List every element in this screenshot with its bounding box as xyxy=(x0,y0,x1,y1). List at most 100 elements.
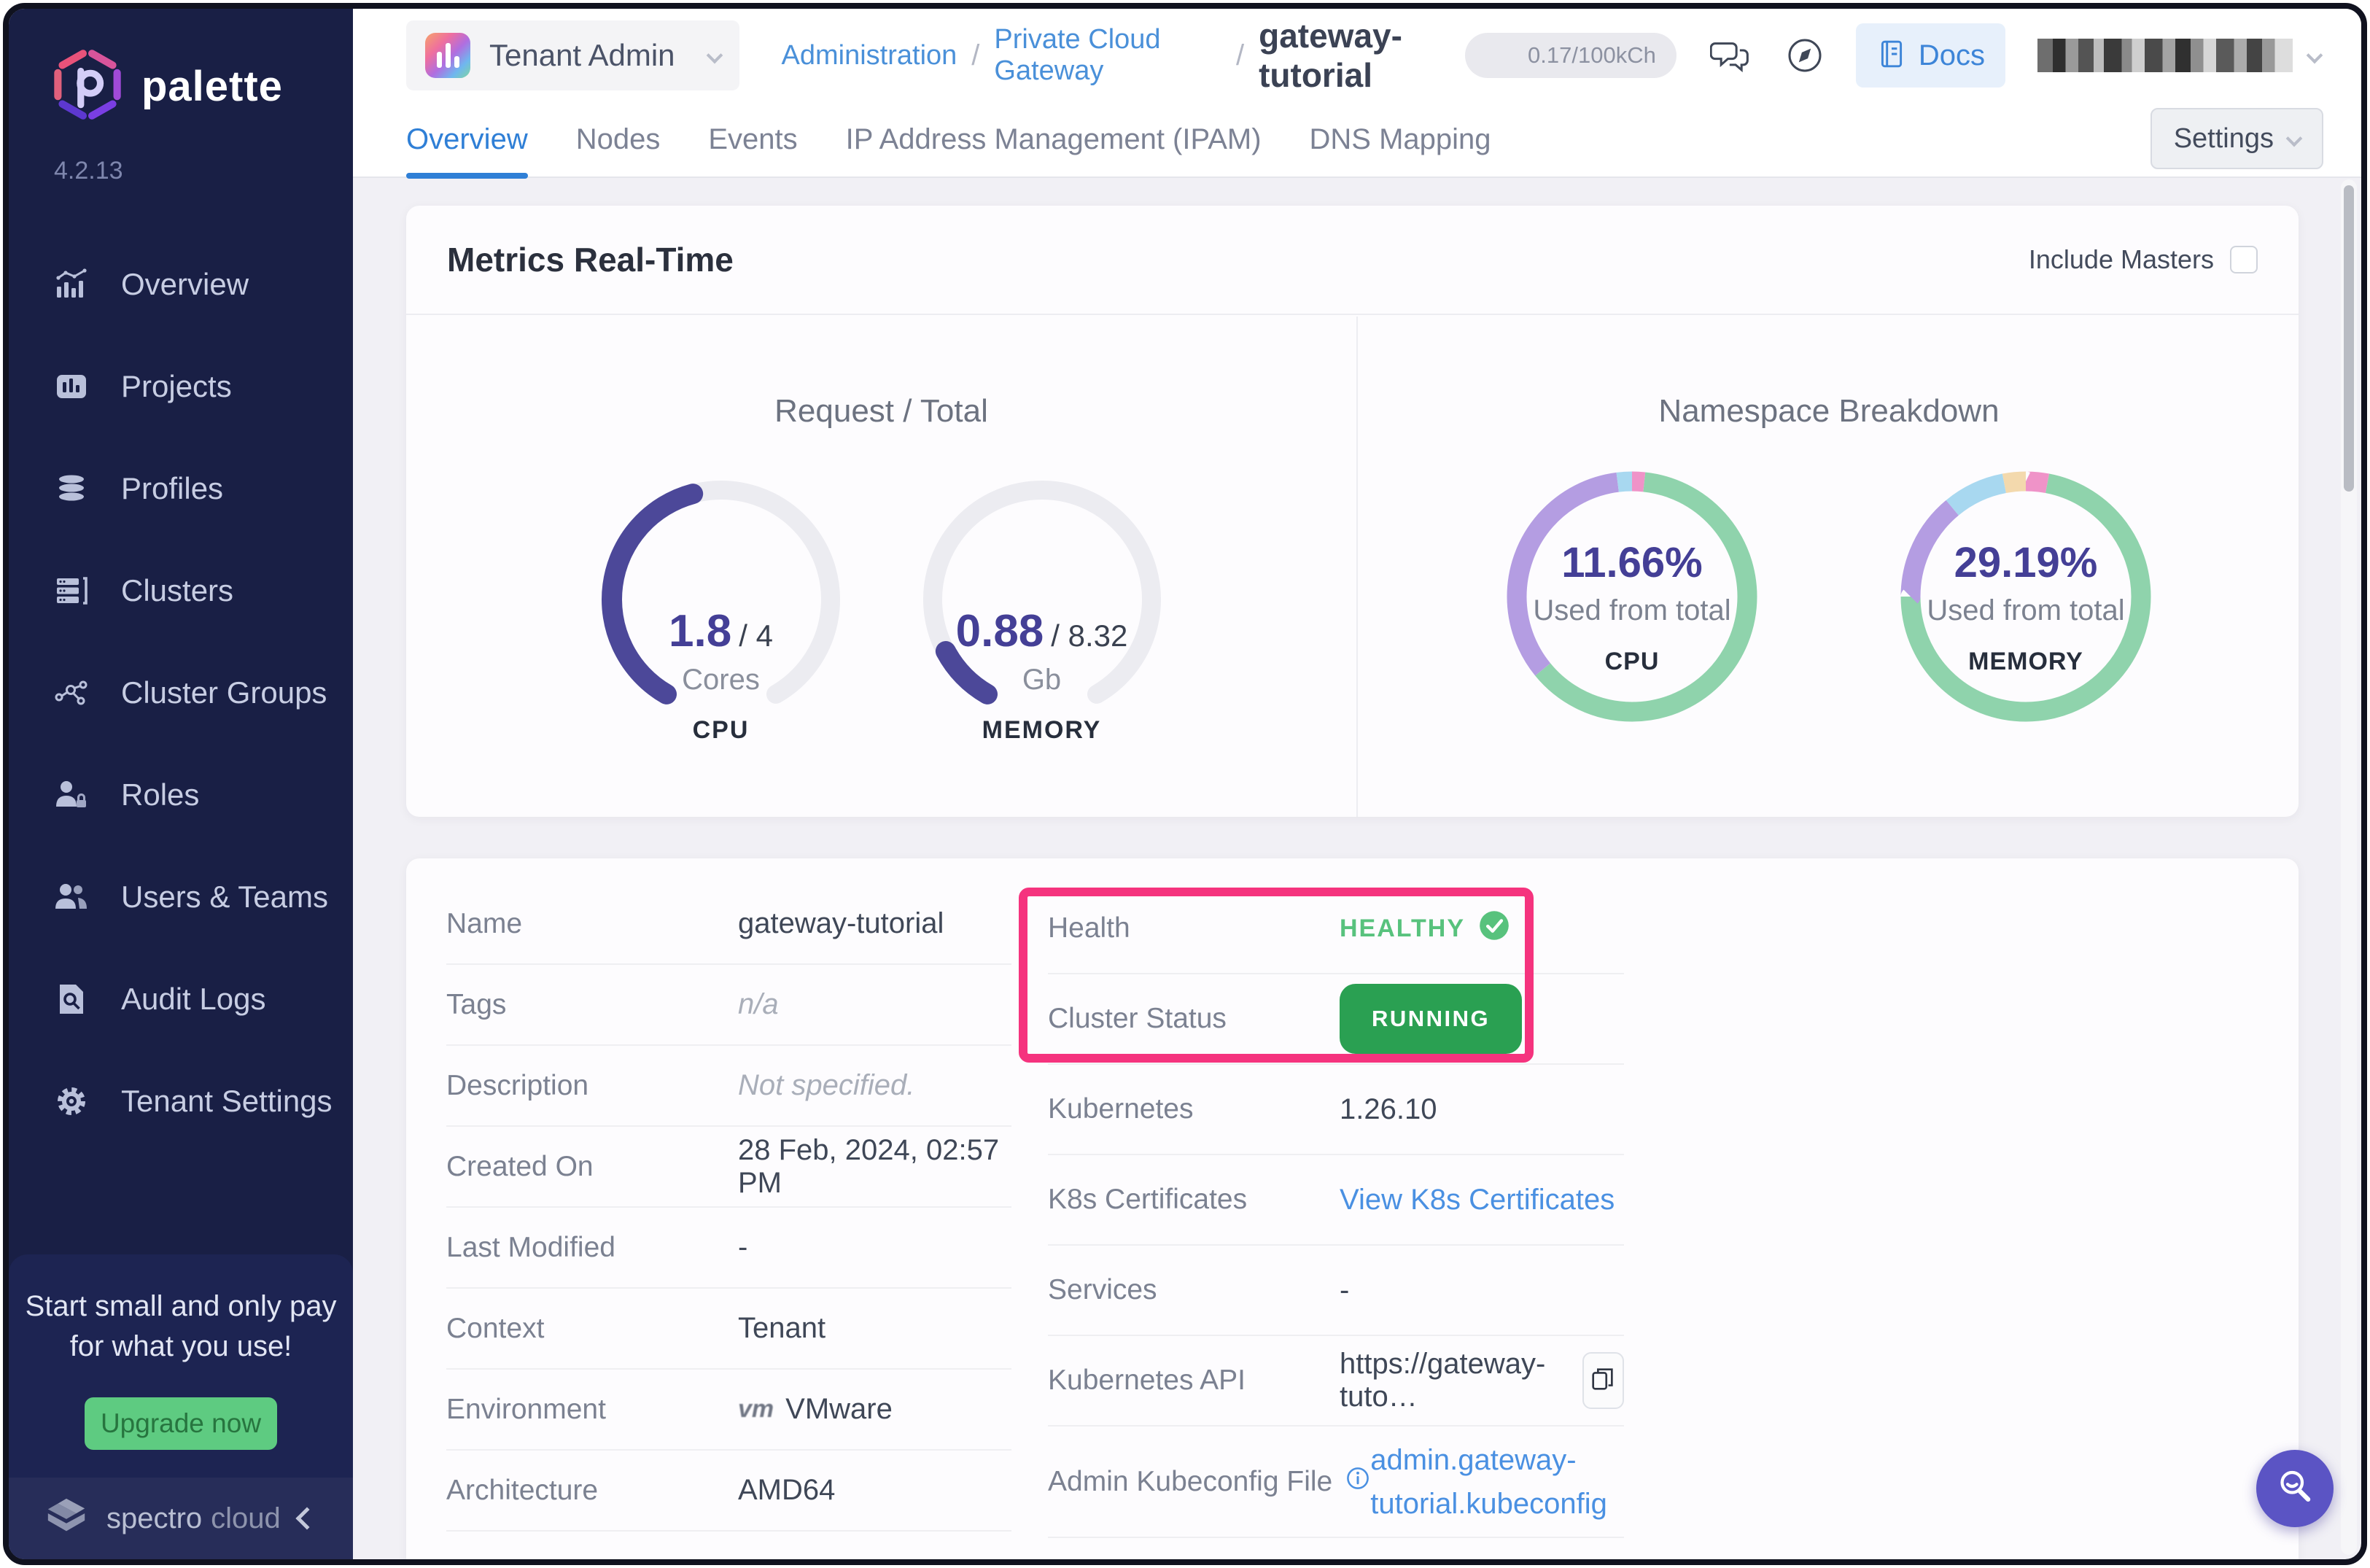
detail-value: https://gateway-tuto… xyxy=(1340,1348,1546,1413)
request-total-panel: Request / Total 1.8/ 4 Cores CPU 0.88/ 8… xyxy=(406,317,1358,817)
sidebar-item-cluster-groups[interactable]: Cluster Groups xyxy=(9,642,353,744)
sidebar-item-label: Clusters xyxy=(121,573,234,608)
donut-memory: 29.19% Used from total MEMORY xyxy=(1898,469,2153,724)
sidebar-item-overview[interactable]: Overview xyxy=(9,233,353,335)
docs-button[interactable]: Docs xyxy=(1855,23,2005,88)
gauge-name: MEMORY xyxy=(982,716,1102,744)
collapse-sidebar-icon[interactable] xyxy=(295,1507,319,1530)
settings-label: Settings xyxy=(2173,123,2274,154)
sidebar-item-roles[interactable]: Roles xyxy=(9,744,353,846)
check-circle-icon xyxy=(1478,909,1510,948)
sidebar-item-profiles[interactable]: Profiles xyxy=(9,438,353,540)
details-card: Name gateway-tutorial Tags n/a Descripti… xyxy=(406,858,2299,1559)
promo-text: Start small and only pay for what you us… xyxy=(25,1289,337,1362)
tab-nodes[interactable]: Nodes xyxy=(576,101,661,177)
detail-link[interactable]: View K8s Certificates xyxy=(1340,1178,1615,1222)
chevron-down-icon xyxy=(706,47,723,64)
projects-icon xyxy=(54,369,101,404)
include-masters-label: Include Masters xyxy=(2028,244,2214,274)
detail-row-admin-kubeconfig-file: Admin Kubeconfig File admin.gateway-tuto… xyxy=(1048,1427,1624,1538)
include-masters-checkbox[interactable] xyxy=(2230,246,2258,273)
sidebar-footer: spectro cloud xyxy=(9,1478,353,1559)
detail-value: Tenant xyxy=(738,1312,826,1344)
donut-cpu: 11.66% Used from total CPU xyxy=(1504,469,1760,724)
sidebar-item-clusters[interactable]: Clusters xyxy=(9,540,353,642)
detail-label: Tags xyxy=(446,988,507,1020)
copy-button[interactable] xyxy=(1582,1352,1624,1409)
topbar: Tenant Admin Administration / Private Clo… xyxy=(353,9,2361,102)
detail-value: n/a xyxy=(738,988,779,1020)
detail-row-agent-version: Agent Version 1.0.5/… xyxy=(1048,1538,1624,1559)
search-fab-button[interactable] xyxy=(2256,1450,2334,1527)
namespace-breakdown-title: Namespace Breakdown xyxy=(1658,393,2000,429)
audit-logs-icon xyxy=(54,982,101,1017)
gauge-memory: 0.88/ 8.32 Gb MEMORY xyxy=(911,468,1173,760)
upgrade-now-button[interactable]: Upgrade now xyxy=(85,1397,277,1450)
sidebar-item-label: Audit Logs xyxy=(121,982,266,1016)
status-badge: RUNNING xyxy=(1340,984,1523,1054)
chat-icon[interactable] xyxy=(1709,35,1751,76)
breadcrumb-link-administration[interactable]: Administration xyxy=(782,40,957,71)
sidebar-item-label: Roles xyxy=(121,777,200,812)
app-name: palette xyxy=(141,63,283,110)
sidebar-item-tenant-settings[interactable]: Tenant Settings xyxy=(9,1050,353,1152)
user-menu-chevron-icon[interactable] xyxy=(2306,47,2323,64)
detail-value: gateway-tutorial xyxy=(738,907,944,939)
clusters-icon xyxy=(54,573,101,608)
detail-label: Health xyxy=(1048,912,1130,944)
book-icon xyxy=(1876,39,1907,73)
gauges: 1.8/ 4 Cores CPU 0.88/ 8.32 Gb MEMORY xyxy=(406,468,1356,760)
tab-ip-address-management-ipam[interactable]: IP Address Management (IPAM) xyxy=(846,101,1262,177)
sidebar-nav: Overview Projects Profiles Clusters Clus… xyxy=(9,233,353,1152)
donut-name: CPU xyxy=(1604,648,1660,675)
vmware-icon: vm xyxy=(738,1395,774,1423)
users-teams-icon xyxy=(54,880,101,915)
tabs: Overview Nodes Events IP Address Management… xyxy=(406,101,1491,179)
detail-value: 1.26.10 xyxy=(1340,1092,1437,1125)
sidebar: palette 4.2.13 Overview Projects Profile… xyxy=(9,9,353,1559)
sidebar-item-label: Overview xyxy=(121,267,249,301)
brand-spectro: spectro xyxy=(106,1502,203,1534)
breadcrumb-current: gateway-tutorial xyxy=(1259,17,1402,94)
scrollbar-thumb[interactable] xyxy=(2344,185,2354,492)
sidebar-item-label: Users & Teams xyxy=(121,880,328,914)
detail-row-kubernetes: Kubernetes 1.26.10 xyxy=(1048,1065,1624,1155)
scope-selector[interactable]: Tenant Admin xyxy=(406,20,739,90)
sidebar-item-label: Projects xyxy=(121,369,232,403)
settings-button[interactable]: Settings xyxy=(2150,108,2323,169)
info-icon[interactable] xyxy=(1345,1466,1370,1498)
detail-row-health: Health HEALTHY xyxy=(1048,884,1624,974)
detail-row-environment: Environment vm VMware xyxy=(446,1370,1011,1451)
scrollbar-track[interactable] xyxy=(2341,179,2357,1555)
tab-events[interactable]: Events xyxy=(708,101,797,177)
detail-label: Cluster Status xyxy=(1048,1003,1227,1034)
detail-value: AMD64 xyxy=(738,1474,836,1506)
detail-label: K8s Certificates xyxy=(1048,1184,1248,1215)
gauge-unit: Cores xyxy=(682,664,760,696)
detail-label: Environment xyxy=(446,1393,606,1425)
profiles-icon xyxy=(54,471,101,506)
copy-icon xyxy=(1589,1365,1617,1397)
detail-row-last-modified: Last Modified - xyxy=(446,1208,1011,1289)
breadcrumb-separator: / xyxy=(1235,39,1245,71)
metrics-card: Metrics Real-Time Include Masters Reques… xyxy=(406,206,2299,817)
brand-cloud: cloud xyxy=(211,1502,281,1534)
metrics-header: Metrics Real-Time Include Masters xyxy=(406,206,2299,315)
page-content: Metrics Real-Time Include Masters Reques… xyxy=(353,178,2361,1559)
sidebar-item-audit-logs[interactable]: Audit Logs xyxy=(9,948,353,1050)
detail-row-services: Services - xyxy=(1048,1246,1624,1336)
sidebar-item-projects[interactable]: Projects xyxy=(9,335,353,438)
user-name-redacted[interactable] xyxy=(2037,39,2293,72)
metrics-body: Request / Total 1.8/ 4 Cores CPU 0.88/ 8… xyxy=(406,317,2299,817)
detail-row-created-on: Created On 28 Feb, 2024, 02:57 PM xyxy=(446,1127,1011,1208)
detail-label: Description xyxy=(446,1069,589,1101)
sidebar-item-label: Tenant Settings xyxy=(121,1084,333,1118)
compass-icon[interactable] xyxy=(1784,35,1825,76)
detail-link[interactable]: admin.gateway-tutorial.kubeconfig xyxy=(1370,1438,1624,1526)
detail-value: vm VMware xyxy=(738,1393,893,1425)
tab-overview[interactable]: Overview xyxy=(406,101,528,179)
breadcrumb-link-private-cloud-gateway[interactable]: Private Cloud Gateway xyxy=(994,24,1221,87)
sidebar-item-users-teams[interactable]: Users & Teams xyxy=(9,846,353,948)
tab-dns-mapping[interactable]: DNS Mapping xyxy=(1310,101,1491,177)
details-left-column: Name gateway-tutorial Tags n/a Descripti… xyxy=(446,884,1011,1532)
